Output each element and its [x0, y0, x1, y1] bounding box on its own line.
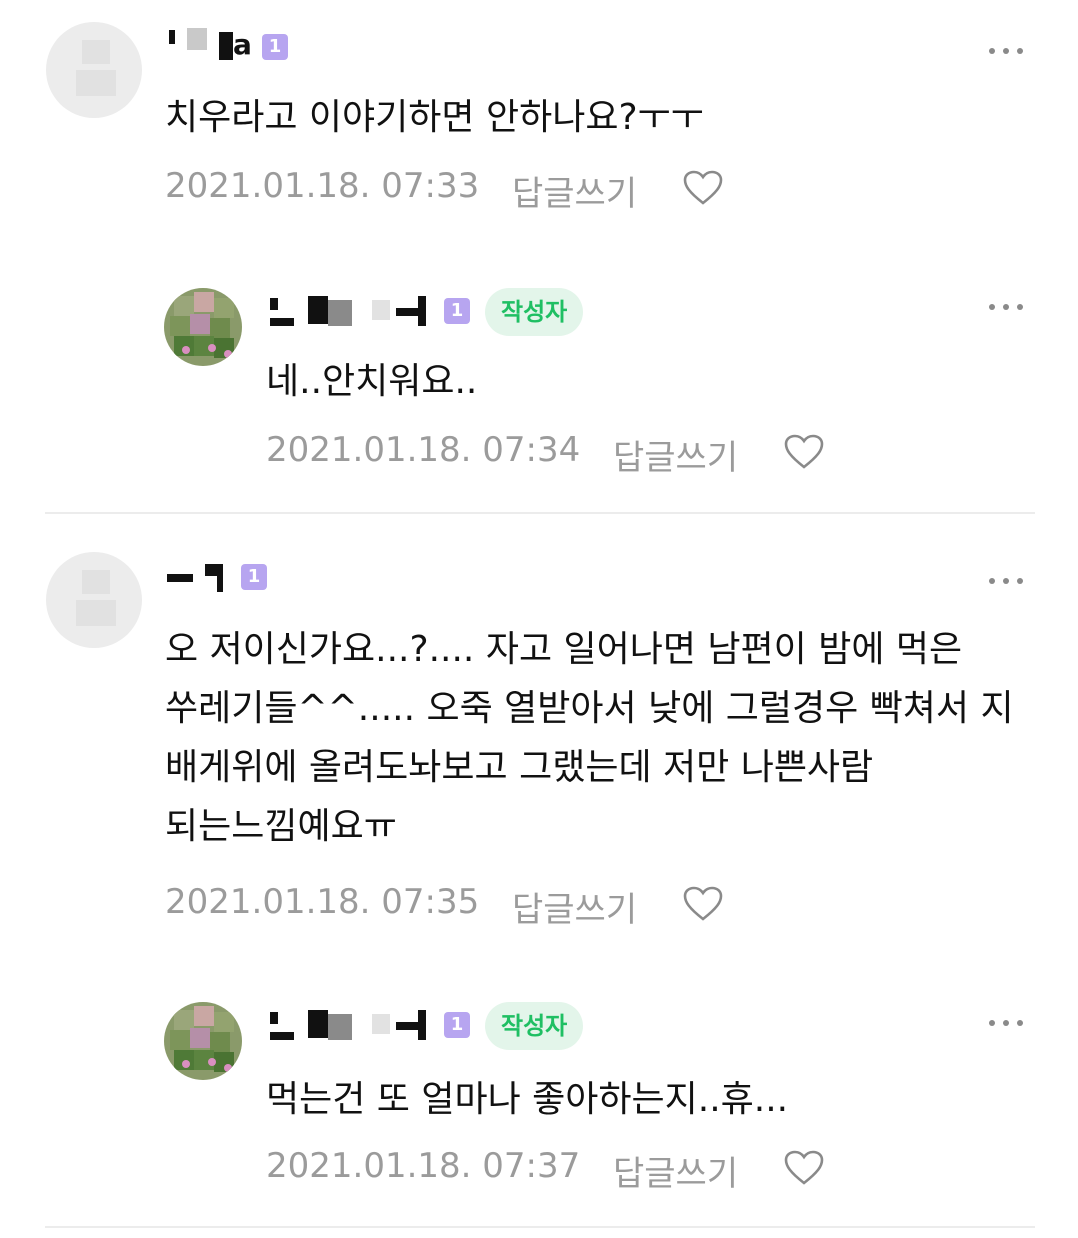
divider	[45, 1226, 1035, 1228]
comment-meta: 2021.01.18. 07:33 답글쓰기	[165, 166, 765, 214]
comment-date: 2021.01.18. 07:34	[266, 430, 581, 470]
reply-button[interactable]: 답글쓰기	[613, 1146, 738, 1195]
comment-text: 네..안치워요..	[266, 361, 478, 402]
avatar-placeholder-icon	[76, 570, 116, 626]
avatar-placeholder-icon	[76, 40, 116, 96]
reply-button[interactable]: 답글쓰기	[613, 430, 738, 479]
comment-date: 2021.01.18. 07:33	[165, 166, 480, 206]
avatar[interactable]	[46, 22, 142, 118]
more-options-button[interactable]	[987, 40, 1027, 60]
level-badge: 1	[444, 298, 470, 324]
comment-text: 먹는건 또 얼마나 좋아하는지..휴...	[266, 1079, 789, 1120]
comment-meta: 2021.01.18. 07:35 답글쓰기	[165, 882, 765, 930]
comment-meta: 2021.01.18. 07:37 답글쓰기	[266, 1146, 866, 1194]
comment-date: 2021.01.18. 07:37	[266, 1146, 581, 1186]
nickname[interactable]: a	[165, 28, 265, 61]
heart-icon[interactable]	[683, 170, 723, 206]
more-options-button[interactable]	[987, 296, 1027, 316]
level-badge: 1	[262, 34, 288, 60]
comment-meta: 2021.01.18. 07:34 답글쓰기	[266, 430, 866, 478]
nickname[interactable]	[165, 560, 245, 592]
comment-text: 치우라고 이야기하면 안하나요?ㅜㅜ	[165, 97, 704, 138]
more-options-button[interactable]	[987, 570, 1027, 590]
comment-text: 오 저이신가요...?.... 자고 일어나면 남편이 밤에 먹은 쑤레기들^^…	[165, 629, 1026, 847]
avatar[interactable]	[164, 1002, 242, 1080]
author-badge: 작성자	[485, 1002, 584, 1050]
reply-button[interactable]: 답글쓰기	[512, 166, 637, 215]
more-options-button[interactable]	[987, 1012, 1027, 1032]
avatar[interactable]	[164, 288, 242, 366]
comment-date: 2021.01.18. 07:35	[165, 882, 480, 922]
nickname[interactable]	[268, 294, 438, 326]
level-badge: 1	[241, 564, 267, 590]
level-badge: 1	[444, 1012, 470, 1038]
heart-icon[interactable]	[784, 1150, 824, 1186]
divider	[45, 512, 1035, 514]
author-badge: 작성자	[485, 288, 584, 336]
nickname-text: a	[233, 28, 252, 61]
reply-button[interactable]: 답글쓰기	[512, 882, 637, 931]
heart-icon[interactable]	[683, 886, 723, 922]
heart-icon[interactable]	[784, 434, 824, 470]
avatar[interactable]	[46, 552, 142, 648]
nickname[interactable]	[268, 1008, 438, 1040]
